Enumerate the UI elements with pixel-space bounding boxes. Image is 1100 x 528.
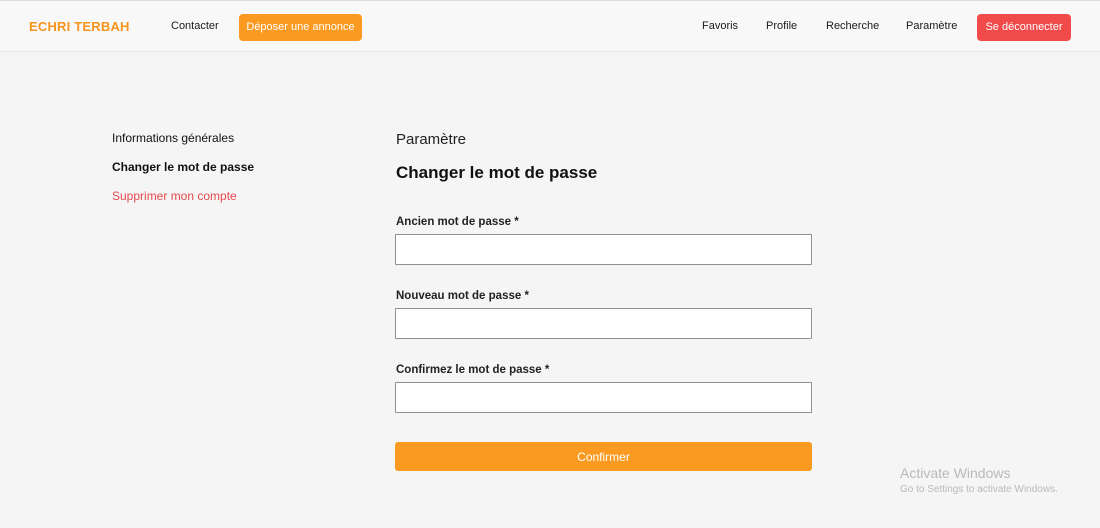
old-password-field[interactable] — [395, 234, 812, 265]
old-password-label: Ancien mot de passe * — [396, 216, 519, 228]
page-title: Changer le mot de passe — [396, 163, 598, 182]
nav-settings-link[interactable]: Paramètre — [906, 20, 957, 32]
activate-windows-watermark: Activate Windows Go to Settings to activ… — [900, 465, 1058, 495]
top-navbar: ECHRI TERBAH Contacter Déposer une annon… — [0, 0, 1100, 52]
brand-logo[interactable]: ECHRI TERBAH — [29, 19, 130, 34]
new-password-field[interactable] — [395, 308, 812, 339]
sidebar-item-change-password[interactable]: Changer le mot de passe — [112, 160, 254, 174]
post-ad-button[interactable]: Déposer une annonce — [239, 14, 362, 41]
sidebar-item-general-info[interactable]: Informations générales — [112, 131, 234, 145]
sidebar-item-delete-account[interactable]: Supprimer mon compte — [112, 189, 237, 203]
confirm-password-field[interactable] — [395, 382, 812, 413]
section-label: Paramètre — [396, 131, 467, 148]
logout-button[interactable]: Se déconnecter — [977, 14, 1071, 41]
watermark-subtitle: Go to Settings to activate Windows. — [900, 484, 1058, 495]
confirm-button[interactable]: Confirmer — [395, 442, 812, 471]
nav-search-link[interactable]: Recherche — [826, 20, 879, 32]
nav-favorites-link[interactable]: Favoris — [702, 20, 738, 32]
watermark-title: Activate Windows — [900, 465, 1011, 481]
new-password-label: Nouveau mot de passe * — [396, 290, 529, 302]
confirm-password-label: Confirmez le mot de passe * — [396, 364, 550, 376]
nav-profile-link[interactable]: Profile — [766, 20, 797, 32]
nav-contact-link[interactable]: Contacter — [171, 20, 219, 32]
